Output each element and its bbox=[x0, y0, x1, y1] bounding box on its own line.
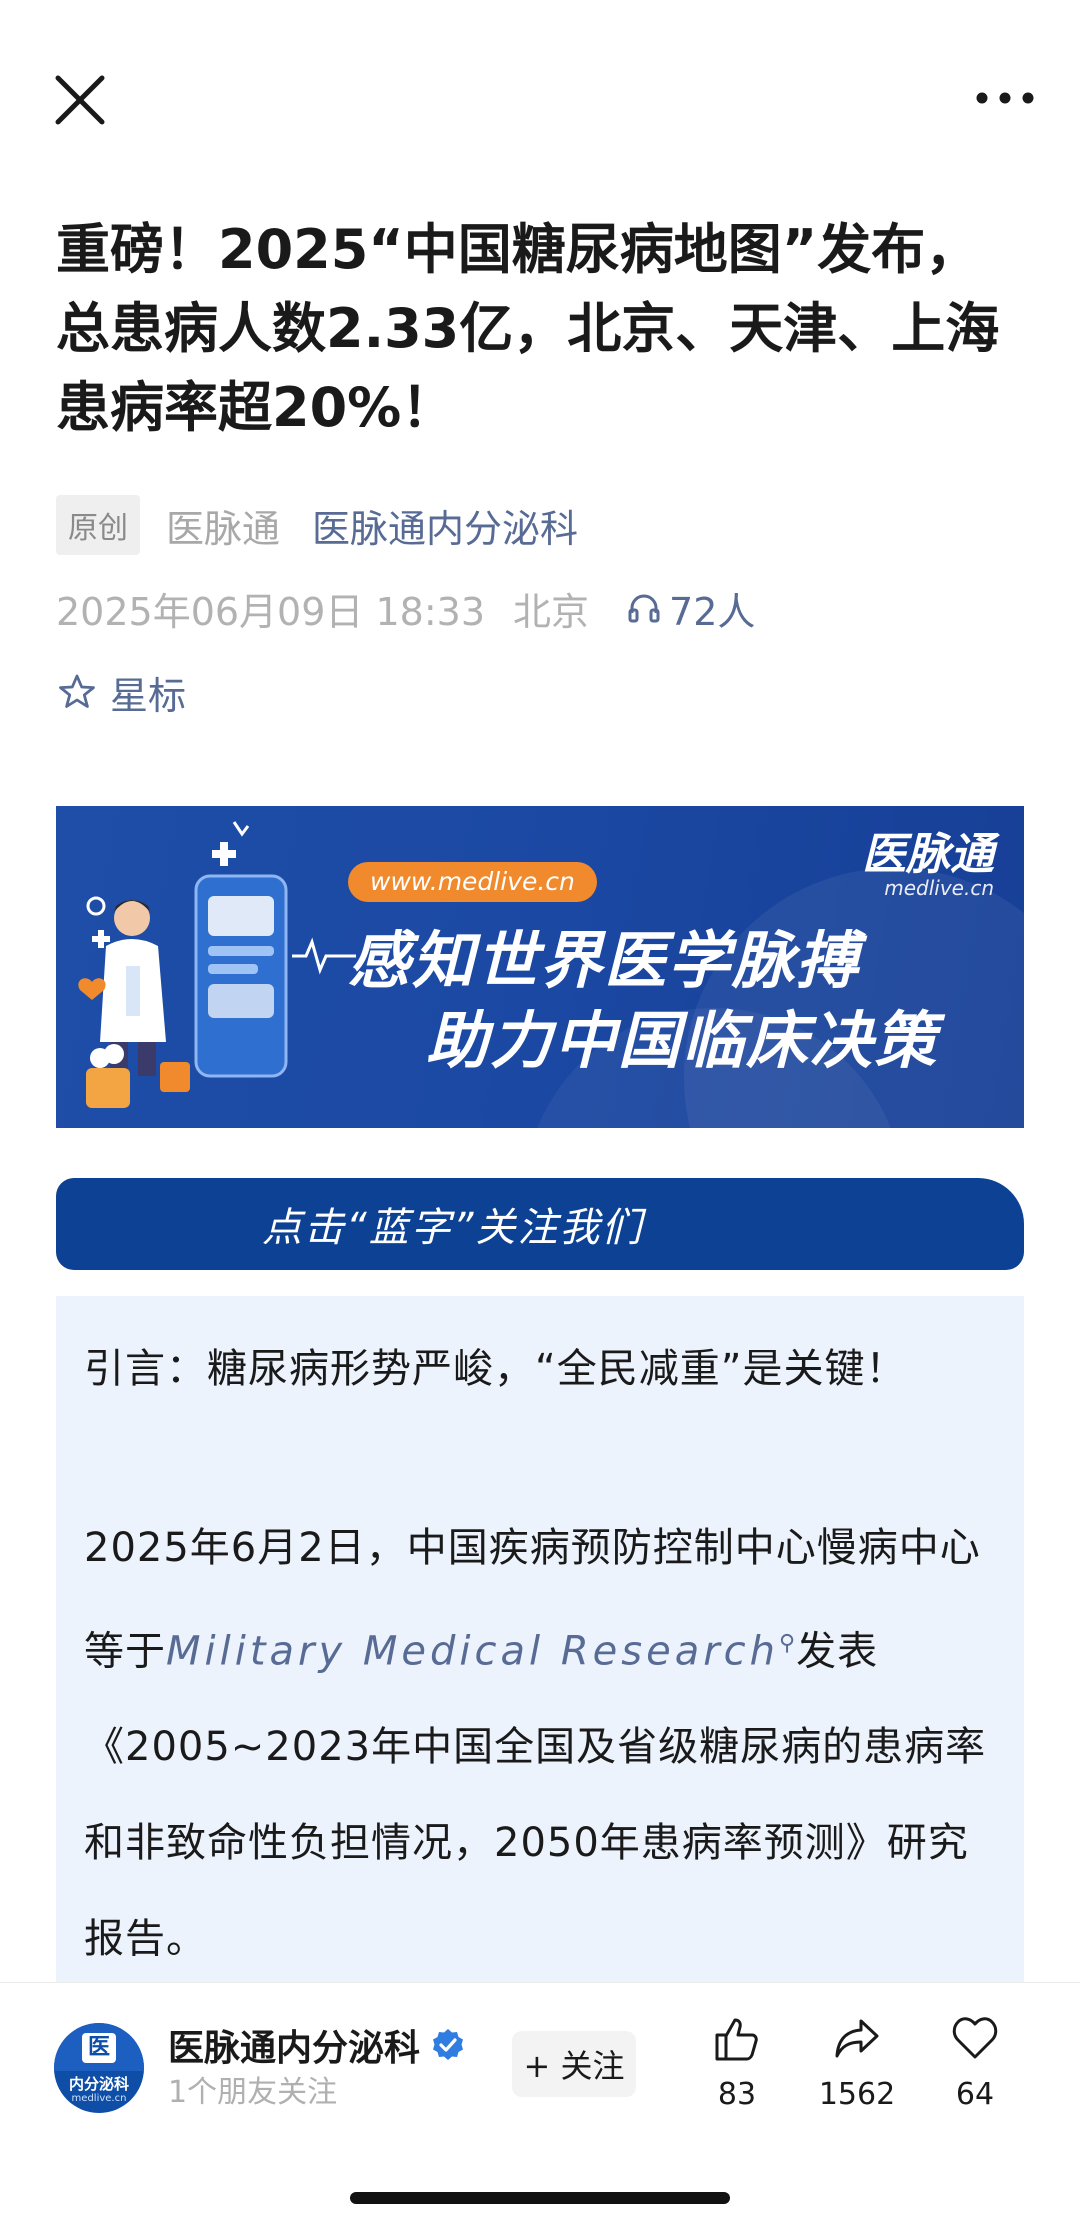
close-icon bbox=[55, 75, 105, 125]
avatar-name: 内分泌科 bbox=[68, 2075, 129, 2093]
banner-slogan-1: 感知世界医学脉搏 bbox=[348, 924, 861, 997]
verified-icon bbox=[433, 2029, 464, 2060]
avatar[interactable]: 医 内分泌科 medlive.cn bbox=[54, 2023, 144, 2113]
listener-count: 72人 bbox=[669, 589, 756, 634]
listen-button[interactable]: 72人 bbox=[627, 581, 755, 636]
account-name[interactable]: 医脉通内分泌科 bbox=[168, 2019, 466, 2071]
publish-datetime: 2025年06月09日 18:33 bbox=[56, 589, 486, 634]
star-button[interactable]: 星标 bbox=[58, 662, 186, 722]
star-icon bbox=[59, 674, 95, 708]
banner-logo-sub: medlive.cn bbox=[884, 876, 994, 900]
search-icon[interactable]: ⚲ bbox=[779, 1631, 796, 1656]
article-meta: 原创 医脉通 医脉通内分泌科 bbox=[56, 495, 578, 555]
banner-image: www.medlive.cn 医脉通 medlive.cn 感知世界医学脉搏 助… bbox=[56, 806, 1024, 1128]
star-label: 星标 bbox=[110, 673, 187, 718]
account-link[interactable]: 医脉通内分泌科 bbox=[312, 498, 578, 553]
follow-us-banner[interactable]: 点击“蓝字”关注我们 bbox=[56, 1178, 1024, 1270]
friends-following: 1个朋友关注 bbox=[168, 2075, 338, 2110]
article-content: 引言：糖尿病形势严峻，“全民减重”是关键！ 2025年6月2日，中国疾病预防控制… bbox=[56, 1296, 1024, 1982]
banner-url: www.medlive.cn bbox=[348, 862, 597, 902]
publish-location: 北京 bbox=[513, 589, 590, 634]
home-indicator[interactable] bbox=[350, 2192, 730, 2204]
share-icon bbox=[835, 2019, 879, 2058]
close-button[interactable] bbox=[50, 70, 110, 130]
account-name-text: 医脉通内分泌科 bbox=[168, 2028, 421, 2069]
more-icon bbox=[976, 92, 1034, 104]
body-text-after: 发表《2005~2023年中国全国及省级糖尿病的患病率和非致命性负担情况，205… bbox=[84, 1628, 987, 1963]
doctor-illustration bbox=[78, 821, 356, 1108]
intro-paragraph: 引言：糖尿病形势严峻，“全民减重”是关键！ bbox=[84, 1346, 907, 1392]
follow-us-label: 点击“蓝字”关注我们 bbox=[262, 1205, 644, 1251]
follow-button[interactable]: + 关注 bbox=[512, 2031, 636, 2097]
original-tag: 原创 bbox=[56, 495, 140, 555]
top-bar bbox=[0, 0, 1080, 190]
avatar-badge: 医 bbox=[82, 2033, 116, 2063]
favorite-button[interactable]: 64 bbox=[930, 2013, 1020, 2112]
date-row: 2025年06月09日 18:33 北京 72人 bbox=[56, 578, 755, 638]
banner-logo: 医脉通 medlive.cn bbox=[862, 829, 994, 901]
body-paragraph: 2025年6月2日，中国疾病预防控制中心慢病中心等于Military Medic… bbox=[84, 1500, 1002, 1987]
share-count: 1562 bbox=[818, 2077, 896, 2112]
banner-slogan-2: 助力中国临床决策 bbox=[426, 1004, 939, 1077]
thumbs-up-icon bbox=[715, 2018, 758, 2061]
banner-logo-text: 医脉通 bbox=[862, 829, 994, 880]
heart-icon bbox=[952, 2017, 998, 2059]
source-name: 医脉通 bbox=[166, 506, 281, 551]
share-button[interactable]: 1562 bbox=[812, 2013, 902, 2112]
favorite-count: 64 bbox=[955, 2077, 995, 2112]
more-button[interactable] bbox=[970, 78, 1040, 118]
headphones-icon bbox=[628, 594, 660, 623]
article-title: 重磅！2025“中国糖尿病地图”发布，总患病人数2.33亿，北京、天津、上海患病… bbox=[56, 218, 1000, 439]
like-button[interactable]: 83 bbox=[692, 2013, 782, 2112]
avatar-url: medlive.cn bbox=[71, 2093, 127, 2104]
like-count: 83 bbox=[717, 2077, 757, 2112]
journal-link[interactable]: Military Medical Research bbox=[166, 1628, 779, 1674]
